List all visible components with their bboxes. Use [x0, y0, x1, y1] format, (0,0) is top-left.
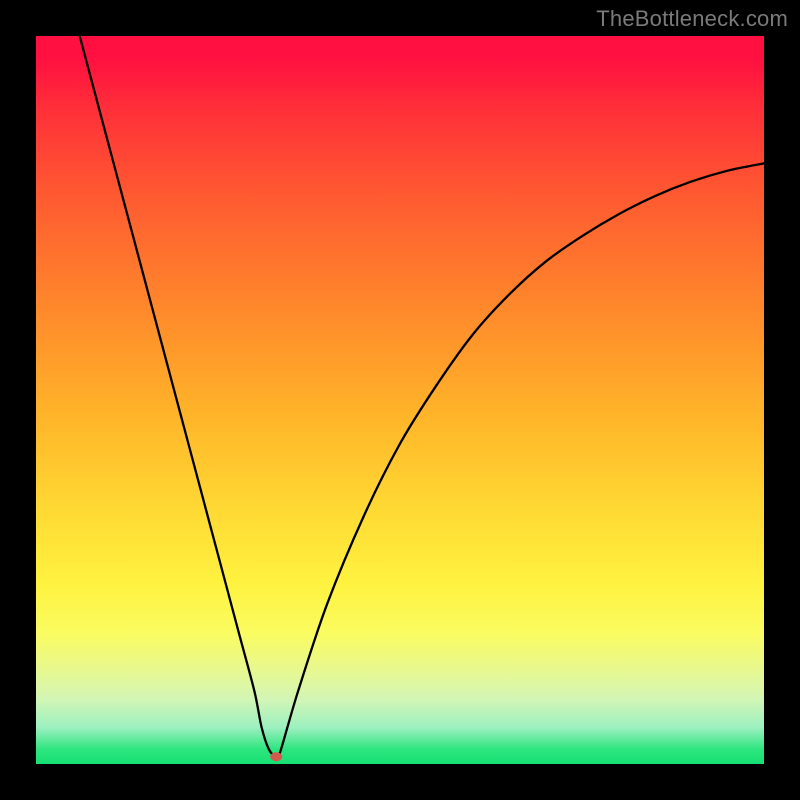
curve-layer: [36, 36, 764, 764]
chart-frame: TheBottleneck.com: [0, 0, 800, 800]
bottleneck-curve: [80, 36, 764, 759]
watermark-text: TheBottleneck.com: [596, 6, 788, 32]
optimum-marker: [270, 752, 282, 761]
plot-area: [36, 36, 764, 764]
